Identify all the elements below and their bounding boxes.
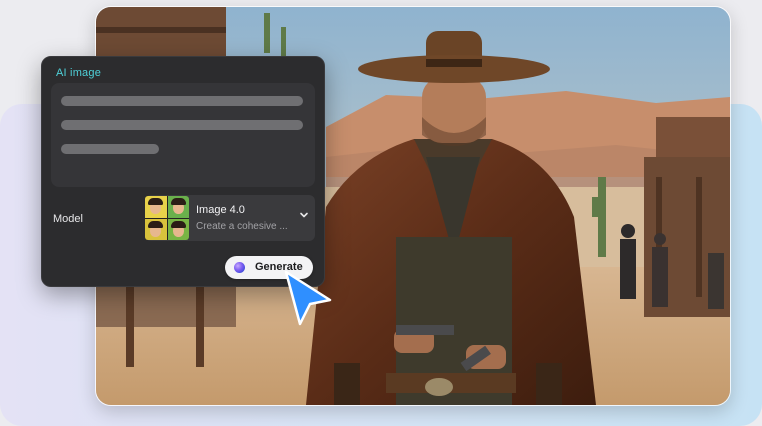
model-name: Image 4.0: [196, 204, 245, 216]
prompt-placeholder-line: [61, 96, 303, 106]
sparkle-orb-icon: [234, 262, 245, 273]
model-description: Create a cohesive ...: [196, 221, 288, 232]
chevron-down-icon[interactable]: [299, 210, 309, 220]
mouse-cursor-icon: [284, 270, 332, 326]
ai-image-panel: AI image Model Image 4.0 Create a cohesi…: [41, 56, 325, 287]
model-label: Model: [53, 213, 83, 225]
prompt-placeholder-line: [61, 120, 303, 130]
model-thumbnail: [145, 196, 189, 240]
prompt-input[interactable]: [51, 83, 315, 187]
model-selector[interactable]: Image 4.0 Create a cohesive ...: [145, 195, 315, 241]
panel-title: AI image: [56, 67, 102, 79]
prompt-placeholder-line: [61, 144, 159, 154]
